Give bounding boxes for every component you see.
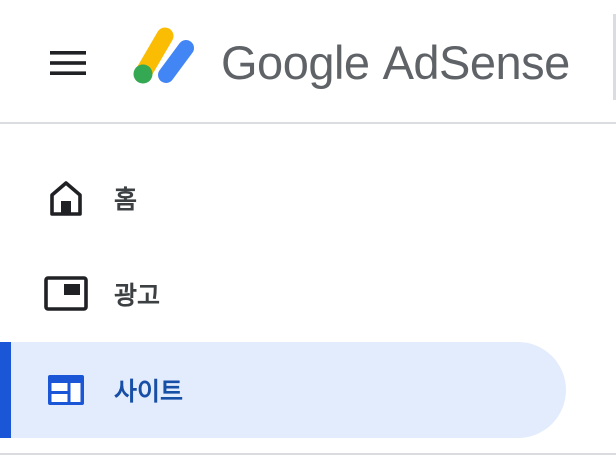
home-icon [44, 176, 88, 220]
adsense-logo-icon [133, 27, 194, 84]
nav-bottom-divider [0, 453, 616, 455]
adsense-app: Google AdSense 홈 광고 사이트 [0, 0, 616, 456]
brand-wordmark[interactable]: Google AdSense [221, 32, 570, 92]
nav-item-sites-label: 사이트 [114, 377, 184, 406]
sites-icon [44, 368, 88, 412]
ads-icon [44, 272, 88, 316]
nav-item-ads-label: 광고 [114, 281, 161, 310]
nav-item-sites[interactable]: 사이트 [0, 342, 566, 438]
nav-item-ads[interactable]: 광고 [0, 246, 566, 342]
brand-adsense-text: AdSense [382, 35, 571, 89]
top-app-bar: Google AdSense [0, 0, 616, 124]
main-menu-button[interactable] [38, 40, 98, 86]
nav-item-home-label: 홈 [114, 185, 138, 214]
nav-item-home[interactable]: 홈 [0, 150, 566, 246]
hamburger-menu-icon [50, 51, 86, 75]
brand-google-text: Google [221, 35, 370, 89]
